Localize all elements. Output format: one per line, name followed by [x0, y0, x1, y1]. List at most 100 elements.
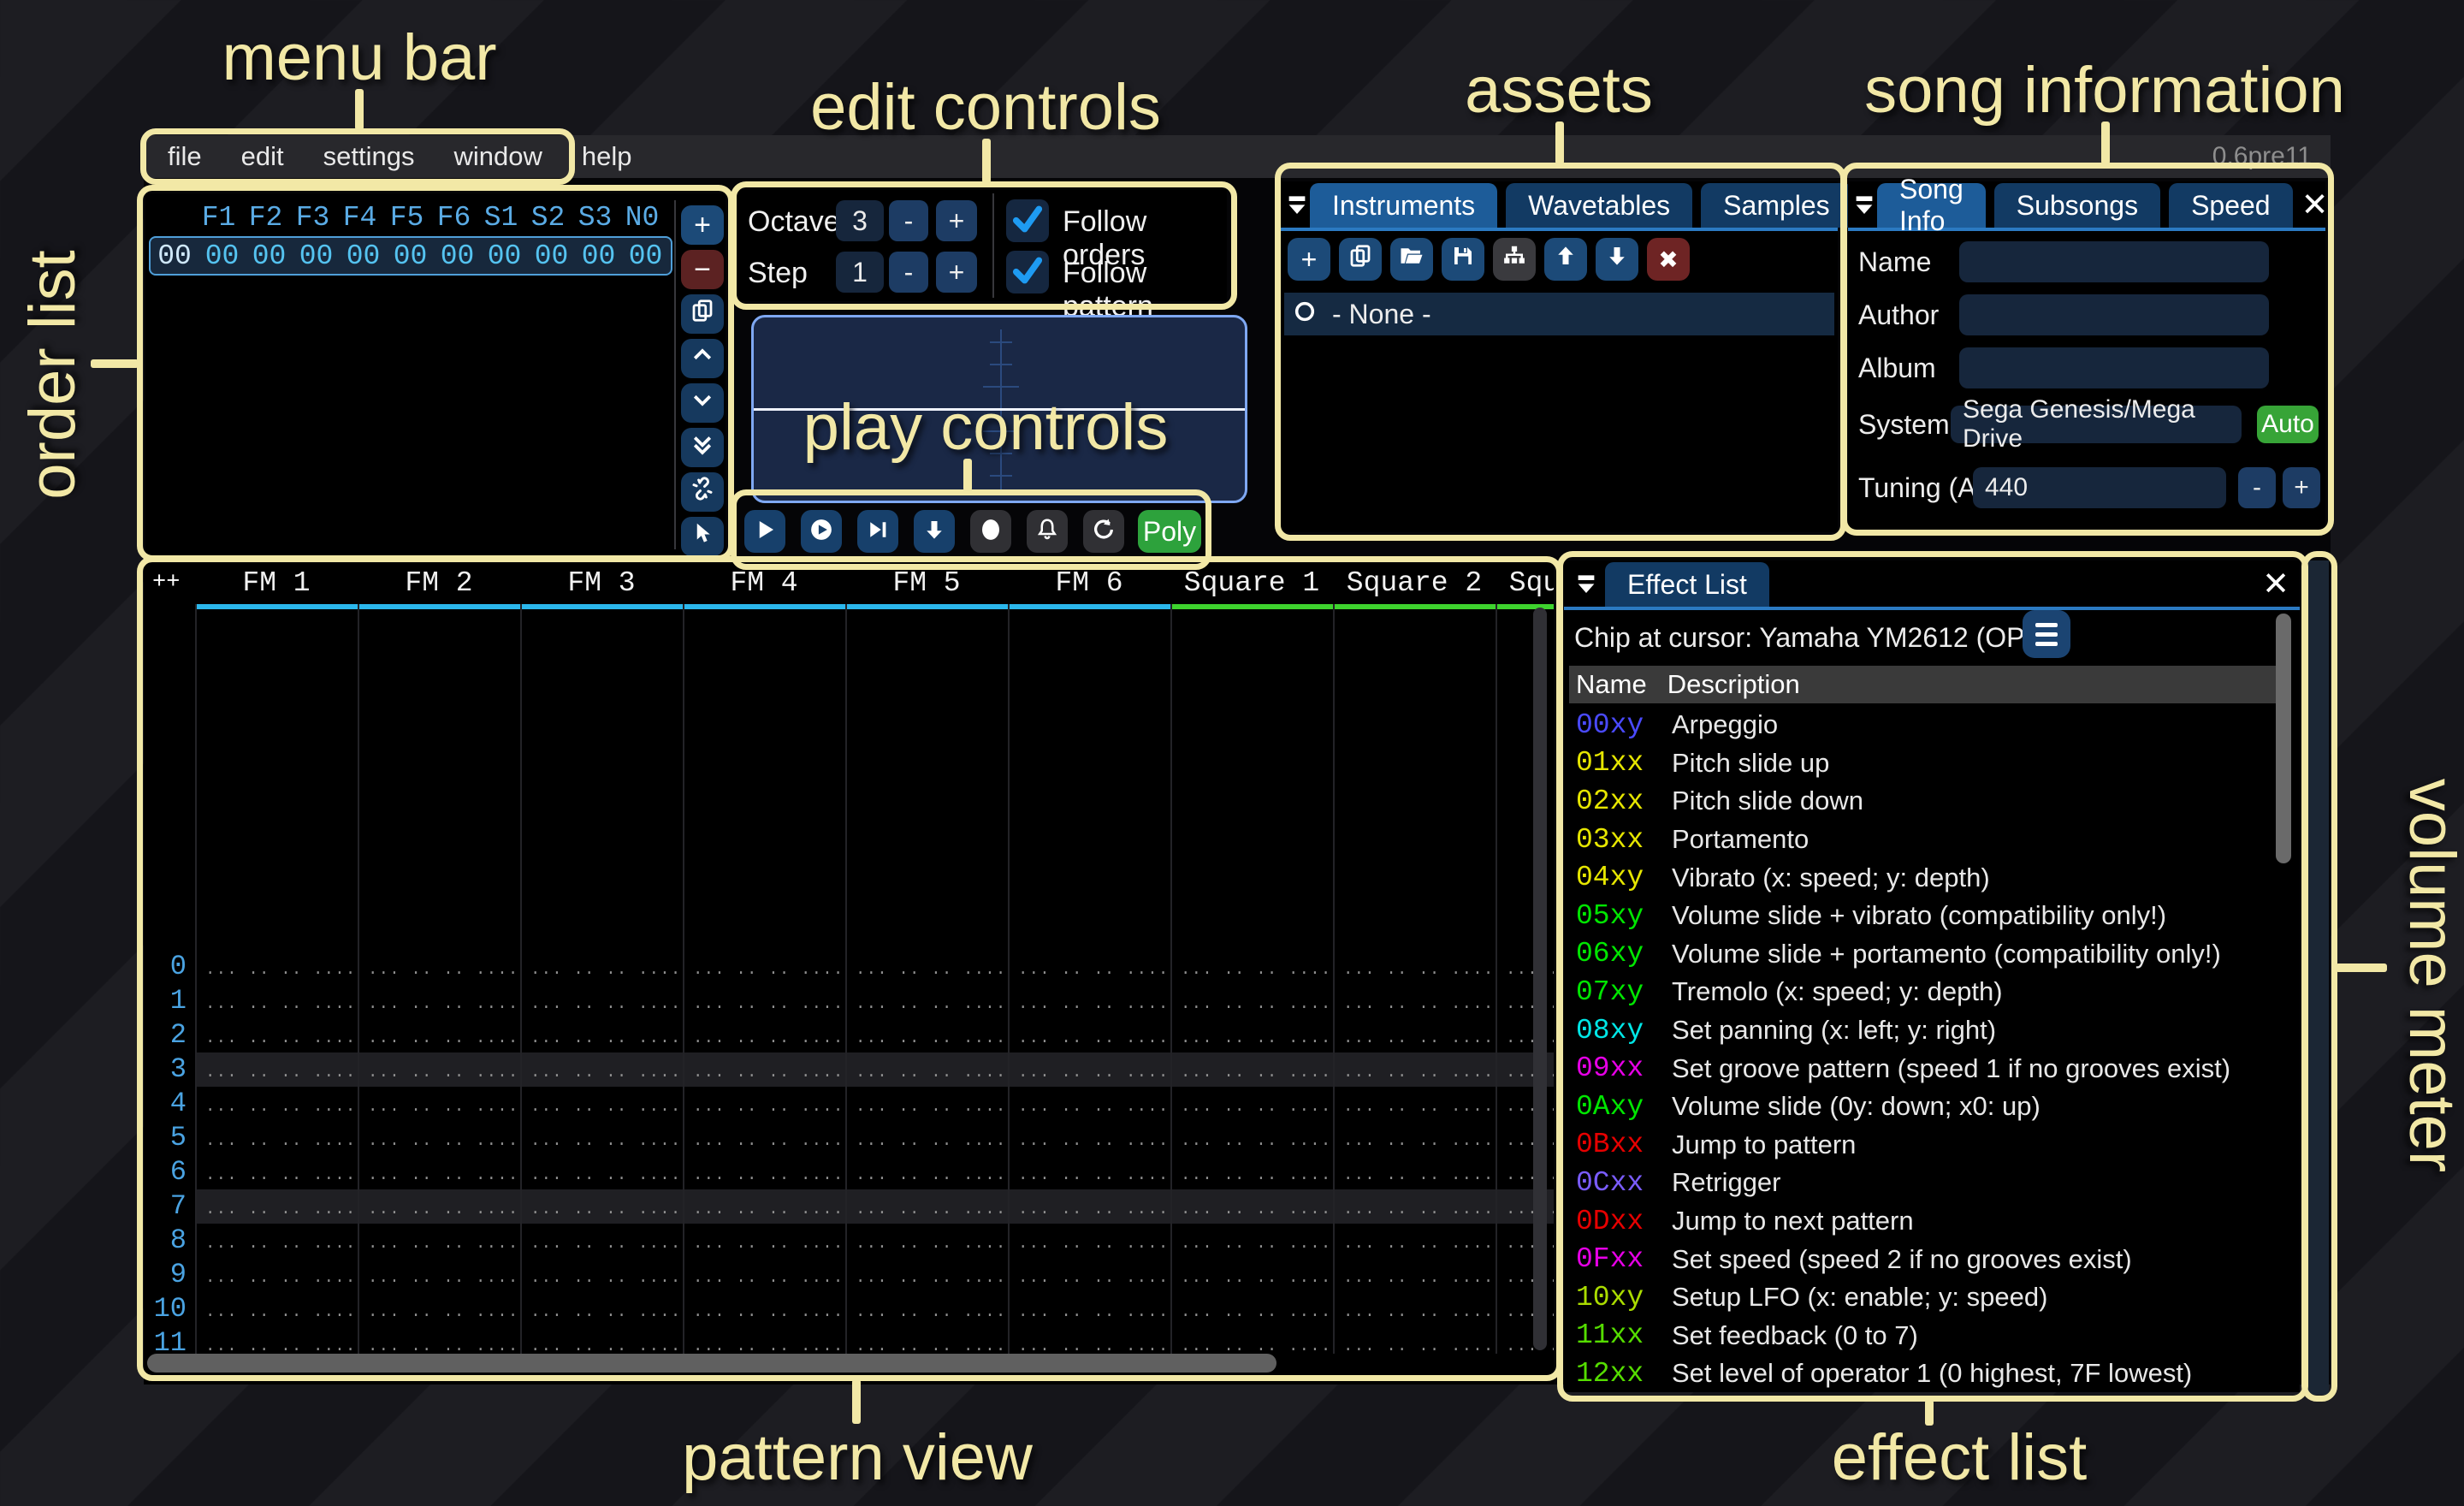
menu-item[interactable]: settings — [323, 141, 415, 171]
pattern-cell[interactable]: ... .. .. .... — [195, 1258, 358, 1292]
order-cell[interactable]: 00 — [340, 240, 387, 272]
menu-item[interactable]: file — [168, 141, 202, 171]
pattern-cell[interactable]: ... .. .. .... — [520, 984, 683, 1018]
pattern-cell[interactable]: ... .. .. .... — [195, 950, 358, 984]
pattern-cell[interactable]: ... .. .. .... — [358, 984, 520, 1018]
pattern-cell[interactable]: ... .. .. .... — [195, 1052, 358, 1087]
pattern-cell[interactable]: ... .. .. .... — [845, 1155, 1008, 1189]
pattern-cell[interactable]: ... .. .. .... — [195, 1087, 358, 1121]
system-auto-button[interactable]: Auto — [2257, 406, 2319, 443]
pattern-cell[interactable]: ... .. .. .... — [683, 1326, 845, 1352]
order-add-button[interactable]: + — [681, 205, 724, 245]
channel-header[interactable]: FM 4 — [683, 563, 845, 609]
pattern-cell[interactable]: ... .. .. .... — [1333, 950, 1496, 984]
collapse-icon[interactable] — [1851, 183, 1877, 228]
pattern-cell[interactable]: ... .. .. .... — [1333, 1087, 1496, 1121]
effect-row[interactable]: 0Cxx Retrigger — [1569, 1164, 2281, 1202]
order-column-header[interactable]: F3 — [289, 202, 336, 233]
pattern-cell[interactable]: ... .. .. .... — [520, 1121, 683, 1155]
pattern-cell[interactable]: ... .. .. .... — [1170, 1326, 1333, 1352]
pattern-cell[interactable]: ... .. .. .... — [1170, 1224, 1333, 1258]
pattern-cell[interactable]: ... .. .. .... — [195, 1224, 358, 1258]
play-from-cursor-button[interactable] — [857, 510, 898, 553]
channel-header[interactable]: FM 1 — [195, 563, 358, 609]
pattern-cell[interactable]: ... .. .. .... — [195, 1326, 358, 1352]
order-cell[interactable]: 00 — [575, 240, 622, 272]
effect-row[interactable]: 05xy Volume slide + vibrato (compatibili… — [1569, 897, 2281, 935]
pattern-cell[interactable]: ... .. .. .... — [683, 1258, 845, 1292]
order-cell[interactable]: 00 — [622, 240, 669, 272]
effect-table-header[interactable]: Name Description — [1569, 666, 2279, 703]
effect-row[interactable]: 10xy Setup LFO (x: enable; y: speed) — [1569, 1278, 2281, 1317]
pattern-row[interactable]: 2 ... .. .. .... ... .. .. .... ... .. .… — [144, 1018, 1554, 1052]
pattern-cell[interactable]: ... .. .. .... — [845, 984, 1008, 1018]
octave-minus-button[interactable]: - — [889, 200, 928, 241]
pattern-cell[interactable]: ... .. .. .... — [845, 1087, 1008, 1121]
close-icon[interactable]: ✕ — [2262, 565, 2289, 603]
pattern-cell[interactable]: ... .. .. .... — [358, 1292, 520, 1326]
pattern-row[interactable]: 4 ... .. .. .... ... .. .. .... ... .. .… — [144, 1087, 1554, 1121]
repeat-pattern-button[interactable] — [1083, 510, 1124, 553]
pattern-cell[interactable]: ... .. .. .... — [1170, 1087, 1333, 1121]
pattern-cell[interactable]: ... .. .. .... — [358, 1155, 520, 1189]
pattern-cell[interactable]: ... .. .. .... — [520, 1052, 683, 1087]
menu-item[interactable]: edit — [241, 141, 284, 171]
stop-button[interactable] — [970, 510, 1011, 553]
pattern-cell[interactable]: ... .. .. .... — [1333, 1155, 1496, 1189]
pattern-cell[interactable]: ... .. .. .... — [520, 1326, 683, 1352]
effect-row[interactable]: 0Bxx Jump to pattern — [1569, 1126, 2281, 1165]
follow-pattern-label[interactable]: Follow pattern — [1063, 257, 1227, 323]
pattern-cell[interactable]: ... .. .. .... — [1170, 950, 1333, 984]
pattern-cell[interactable]: ... .. .. .... — [1170, 1292, 1333, 1326]
pattern-cell[interactable]: ... .. .. .... — [1170, 1155, 1333, 1189]
pattern-cell[interactable]: ... .. .. .... — [520, 1087, 683, 1121]
order-move-up-button[interactable] — [681, 339, 724, 378]
follow-pattern-checkbox[interactable] — [1006, 251, 1049, 293]
effect-row[interactable]: 07xy Tremolo (x: speed; y: depth) — [1569, 973, 2281, 1011]
effect-row[interactable]: 04xy Vibrato (x: speed; y: depth) — [1569, 858, 2281, 897]
pattern-rows[interactable]: 0 ... .. .. .... ... .. .. .... ... .. .… — [144, 950, 1554, 1352]
pattern-cell[interactable]: ... .. .. .... — [358, 1224, 520, 1258]
pattern-row[interactable]: 10 ... .. .. .... ... .. .. .... ... .. … — [144, 1292, 1554, 1326]
effect-row[interactable]: 0Axy Volume slide (0y: down; x0: up) — [1569, 1088, 2281, 1126]
play-button[interactable] — [744, 510, 785, 553]
pattern-cell[interactable]: ... .. .. .... — [1333, 984, 1496, 1018]
song-info-tab[interactable]: Speed — [2169, 183, 2293, 228]
pattern-row[interactable]: 7 ... .. .. .... ... .. .. .... ... .. .… — [144, 1189, 1554, 1224]
asset-delete-button[interactable]: ✖ — [1647, 238, 1690, 281]
order-column-header[interactable]: S2 — [524, 202, 572, 233]
pattern-cell[interactable]: ... .. .. .... — [520, 1224, 683, 1258]
effect-list-tab[interactable]: Effect List — [1605, 562, 1769, 607]
pattern-cell[interactable]: ... .. .. .... — [683, 984, 845, 1018]
channel-header[interactable]: Square 1 — [1170, 563, 1333, 609]
album-input[interactable] — [1959, 347, 2269, 388]
step-input[interactable]: 1 — [836, 252, 884, 293]
effect-row[interactable]: 09xx Set groove pattern (speed 1 if no g… — [1569, 1049, 2281, 1088]
pattern-cell[interactable]: ... .. .. .... — [1170, 1258, 1333, 1292]
pattern-cell[interactable]: ... .. .. .... — [1170, 984, 1333, 1018]
pattern-cell[interactable]: ... .. .. .... — [1008, 1292, 1170, 1326]
effect-row[interactable]: 0Dxx Jump to next pattern — [1569, 1202, 2281, 1241]
pattern-cell[interactable]: ... .. .. .... — [358, 950, 520, 984]
pattern-cell[interactable]: ... .. .. .... — [845, 1052, 1008, 1087]
step-plus-button[interactable]: + — [936, 252, 977, 293]
asset-add-button[interactable]: + — [1288, 238, 1330, 281]
pattern-cell[interactable]: ... .. .. .... — [1008, 984, 1170, 1018]
song-info-tab[interactable]: Subsongs — [1994, 183, 2160, 228]
effect-row[interactable]: 01xx Pitch slide up — [1569, 744, 2281, 783]
pattern-row[interactable]: 8 ... .. .. .... ... .. .. .... ... .. .… — [144, 1224, 1554, 1258]
assets-tab[interactable]: Wavetables — [1506, 183, 1692, 228]
close-icon[interactable]: ✕ — [2301, 186, 2329, 224]
effect-row[interactable]: 03xx Portamento — [1569, 821, 2281, 859]
pattern-cell[interactable]: ... .. .. .... — [520, 950, 683, 984]
asset-move-up-button[interactable] — [1544, 238, 1587, 281]
order-cell[interactable]: 00 — [528, 240, 575, 272]
order-remove-button[interactable]: − — [681, 250, 724, 289]
order-column-header[interactable]: S1 — [477, 202, 524, 233]
vertical-scrollbar[interactable] — [2276, 614, 2291, 863]
pattern-cell[interactable]: ... .. .. .... — [1008, 1052, 1170, 1087]
pattern-cell[interactable]: ... .. .. .... — [845, 1326, 1008, 1352]
pattern-row[interactable]: 1 ... .. .. .... ... .. .. .... ... .. .… — [144, 984, 1554, 1018]
pattern-cell[interactable]: ... .. .. .... — [358, 1087, 520, 1121]
octave-plus-button[interactable]: + — [936, 200, 977, 241]
